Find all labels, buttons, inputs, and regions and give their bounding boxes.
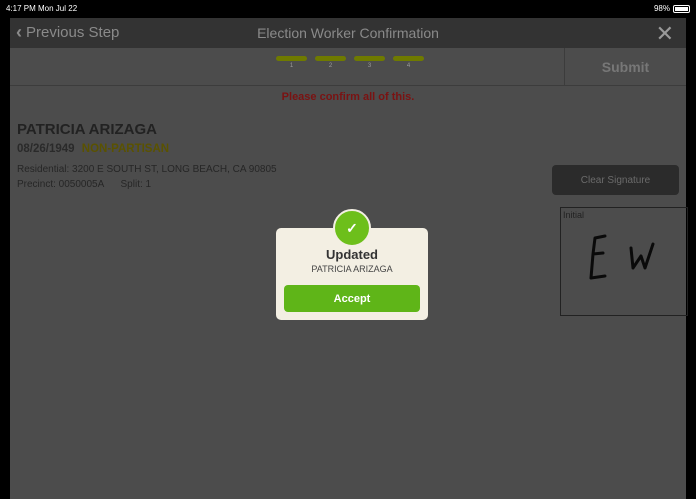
dialog-title: Updated [326,247,378,262]
accept-button[interactable]: Accept [284,285,420,312]
dialog-subtitle: PATRICIA ARIZAGA [311,264,393,274]
app-window: 4:17 PM Mon Jul 22 98% ‹ Previous Step E… [0,0,696,499]
check-icon: ✓ [333,209,371,247]
modal-overlay: Updated PATRICIA ARIZAGA Accept ✓ [0,0,696,499]
